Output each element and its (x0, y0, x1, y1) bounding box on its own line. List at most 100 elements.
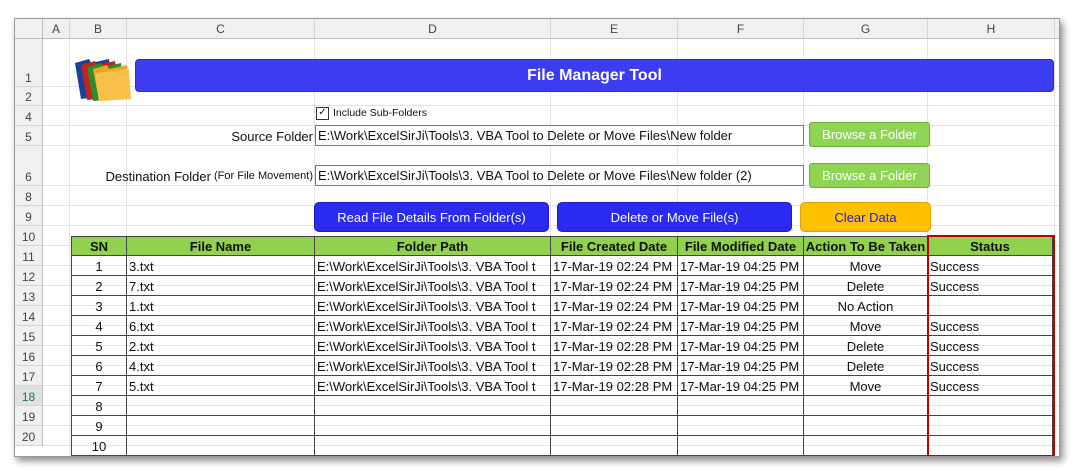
read-file-details-button[interactable]: Read File Details From Folder(s) (314, 202, 549, 232)
table-cell[interactable]: 7 (71, 376, 127, 396)
row-header[interactable]: 1 (15, 39, 43, 87)
column-header[interactable]: E (551, 19, 678, 39)
column-header[interactable]: A (43, 19, 70, 39)
table-cell[interactable]: 17-Mar-19 04:25 PM (678, 356, 804, 376)
table-cell[interactable]: 17-Mar-19 02:24 PM (551, 276, 678, 296)
table-cell[interactable] (928, 296, 1053, 316)
row-header[interactable]: 4 (15, 106, 43, 126)
table-cell[interactable] (315, 436, 551, 456)
table-cell[interactable]: 17-Mar-19 02:24 PM (551, 316, 678, 336)
column-header[interactable]: C (127, 19, 315, 39)
column-header[interactable]: H (928, 19, 1055, 39)
table-cell[interactable] (315, 416, 551, 436)
table-cell[interactable]: Success (928, 316, 1053, 336)
table-cell[interactable]: 2 (71, 276, 127, 296)
table-cell[interactable]: E:\Work\ExcelSirJi\Tools\3. VBA Tool t (315, 256, 551, 276)
table-cell[interactable] (551, 396, 678, 416)
source-browse-button[interactable]: Browse a Folder (809, 122, 930, 147)
table-cell[interactable]: E:\Work\ExcelSirJi\Tools\3. VBA Tool t (315, 316, 551, 336)
table-cell[interactable]: 5 (71, 336, 127, 356)
row-header[interactable]: 17 (15, 366, 43, 386)
table-cell[interactable]: Delete (804, 336, 928, 356)
table-cell[interactable]: E:\Work\ExcelSirJi\Tools\3. VBA Tool t (315, 376, 551, 396)
table-cell[interactable]: Move (804, 376, 928, 396)
table-header-cell[interactable]: SN (71, 236, 127, 256)
table-header-cell[interactable]: Status (928, 236, 1053, 256)
table-cell[interactable]: 17-Mar-19 04:25 PM (678, 316, 804, 336)
table-cell[interactable] (678, 436, 804, 456)
table-cell[interactable] (928, 396, 1053, 416)
table-header-cell[interactable]: File Name (127, 236, 315, 256)
table-cell[interactable]: Success (928, 276, 1053, 296)
row-header[interactable]: 6 (15, 146, 43, 186)
row-header[interactable]: 8 (15, 186, 43, 206)
table-cell[interactable] (551, 436, 678, 456)
table-cell[interactable]: 4 (71, 316, 127, 336)
column-header[interactable]: F (678, 19, 804, 39)
row-header[interactable]: 14 (15, 306, 43, 326)
table-cell[interactable]: Success (928, 256, 1053, 276)
table-cell[interactable]: 8 (71, 396, 127, 416)
row-header[interactable]: 12 (15, 266, 43, 286)
table-cell[interactable]: 4.txt (127, 356, 315, 376)
table-cell[interactable]: 3.txt (127, 256, 315, 276)
include-subfolders-checkbox[interactable]: ✓ Include Sub-Folders (316, 106, 516, 120)
checkbox-check-icon[interactable]: ✓ (316, 106, 329, 120)
table-cell[interactable] (928, 416, 1053, 436)
table-cell[interactable]: Success (928, 356, 1053, 376)
table-header-cell[interactable]: File Created Date (551, 236, 678, 256)
row-header[interactable]: 16 (15, 346, 43, 366)
table-cell[interactable]: 6.txt (127, 316, 315, 336)
table-cell[interactable] (678, 396, 804, 416)
row-header[interactable]: 13 (15, 286, 43, 306)
table-cell[interactable]: 17-Mar-19 02:28 PM (551, 376, 678, 396)
table-header-cell[interactable]: Action To Be Taken (804, 236, 928, 256)
table-cell[interactable]: E:\Work\ExcelSirJi\Tools\3. VBA Tool t (315, 296, 551, 316)
destination-browse-button[interactable]: Browse a Folder (809, 163, 930, 188)
table-cell[interactable]: 17-Mar-19 02:28 PM (551, 336, 678, 356)
row-header[interactable]: 15 (15, 326, 43, 346)
clear-data-button[interactable]: Clear Data (800, 202, 931, 232)
table-cell[interactable]: E:\Work\ExcelSirJi\Tools\3. VBA Tool t (315, 336, 551, 356)
row-header[interactable]: 19 (15, 406, 43, 426)
table-cell[interactable] (127, 416, 315, 436)
table-cell[interactable]: 17-Mar-19 02:24 PM (551, 256, 678, 276)
table-cell[interactable] (551, 416, 678, 436)
table-cell[interactable]: Success (928, 376, 1053, 396)
table-cell[interactable] (127, 436, 315, 456)
table-cell[interactable]: E:\Work\ExcelSirJi\Tools\3. VBA Tool t (315, 276, 551, 296)
table-cell[interactable]: 2.txt (127, 336, 315, 356)
row-header[interactable]: 11 (15, 246, 43, 266)
table-cell[interactable]: 17-Mar-19 04:25 PM (678, 336, 804, 356)
table-cell[interactable]: Delete (804, 356, 928, 376)
table-cell[interactable]: Move (804, 316, 928, 336)
table-cell[interactable]: 17-Mar-19 04:25 PM (678, 256, 804, 276)
table-cell[interactable]: No Action (804, 296, 928, 316)
table-cell[interactable]: 10 (71, 436, 127, 456)
table-cell[interactable]: 6 (71, 356, 127, 376)
table-cell[interactable]: 1 (71, 256, 127, 276)
table-cell[interactable]: 17-Mar-19 04:25 PM (678, 296, 804, 316)
column-header[interactable]: B (70, 19, 127, 39)
source-folder-path-field[interactable]: E:\Work\ExcelSirJi\Tools\3. VBA Tool to … (315, 125, 804, 146)
delete-or-move-files-button[interactable]: Delete or Move File(s) (557, 202, 792, 232)
row-header[interactable]: 9 (15, 206, 43, 226)
table-cell[interactable]: 3 (71, 296, 127, 316)
table-cell[interactable]: 5.txt (127, 376, 315, 396)
row-header[interactable]: 18 (15, 386, 43, 406)
table-cell[interactable] (127, 396, 315, 416)
table-cell[interactable] (678, 416, 804, 436)
column-header[interactable]: G (804, 19, 928, 39)
table-cell[interactable]: 1.txt (127, 296, 315, 316)
row-header[interactable]: 5 (15, 126, 43, 146)
table-header-cell[interactable]: File Modified Date (678, 236, 804, 256)
table-header-cell[interactable]: Folder Path (315, 236, 551, 256)
table-cell[interactable]: 17-Mar-19 02:24 PM (551, 296, 678, 316)
column-header[interactable]: D (315, 19, 551, 39)
table-cell[interactable]: Delete (804, 276, 928, 296)
table-cell[interactable]: 17-Mar-19 02:28 PM (551, 356, 678, 376)
table-cell[interactable]: Success (928, 336, 1053, 356)
table-cell[interactable]: Move (804, 256, 928, 276)
table-cell[interactable]: 17-Mar-19 04:25 PM (678, 376, 804, 396)
table-cell[interactable]: 17-Mar-19 04:25 PM (678, 276, 804, 296)
